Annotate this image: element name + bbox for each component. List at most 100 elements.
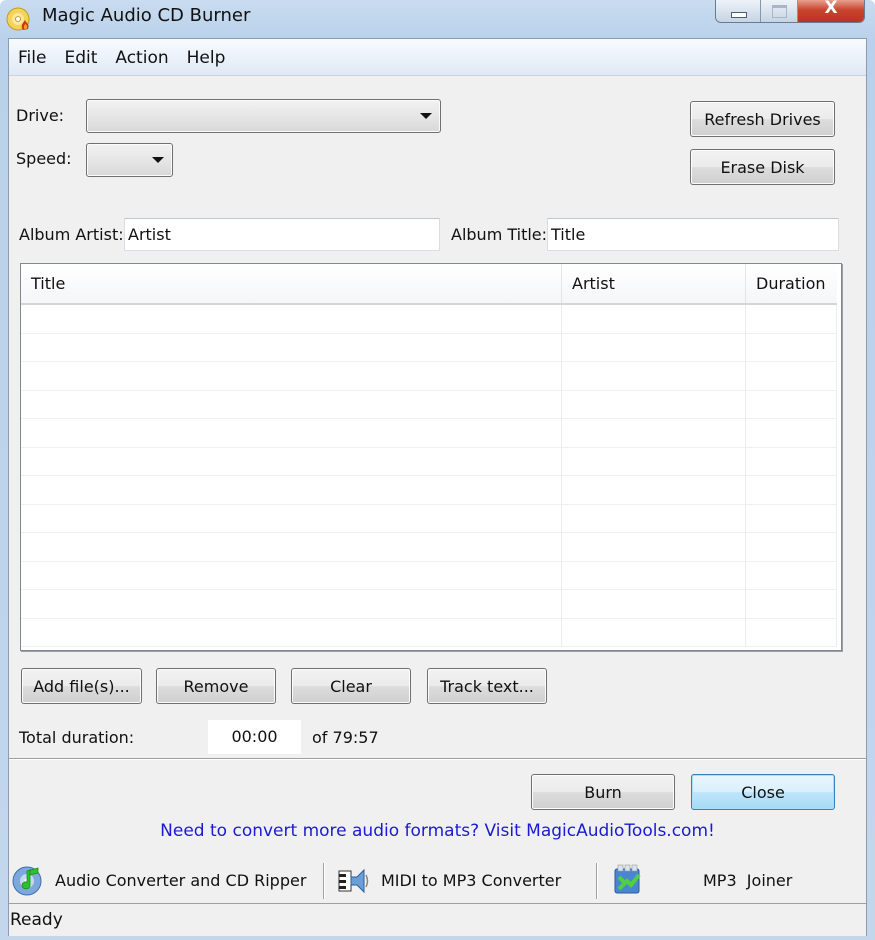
capacity-label: of 79:57 [312,728,379,747]
tool-separator [596,863,598,899]
table-cell [562,333,746,361]
promo-link[interactable]: Need to convert more audio formats? Visi… [9,821,866,841]
table-row [21,447,837,476]
separator [9,758,866,760]
erase-disk-button[interactable]: Erase Disk [690,149,835,185]
window-controls: X [715,0,865,23]
table-cell [21,590,562,618]
chevron-down-icon [152,157,164,163]
drive-label: Drive: [16,106,65,125]
client-area: File Edit Action Help Drive: Speed: Refr… [8,38,867,936]
speed-dropdown[interactable] [86,143,173,177]
menu-action[interactable]: Action [106,39,177,75]
audio-converter-icon [12,866,42,896]
table-cell [21,476,562,504]
table-cell [746,419,837,447]
table-cell [21,533,562,561]
table-cell [746,447,837,475]
status-bar: Ready [9,903,866,936]
table-row [21,333,837,362]
table-cell [746,362,837,390]
table-row [21,561,837,590]
table-cell [562,390,746,418]
status-text: Ready [10,910,63,930]
cd-burner-app-icon [6,7,30,31]
table-cell [746,476,837,504]
speed-label: Speed: [16,149,72,168]
window-title: Magic Audio CD Burner [42,5,251,26]
table-cell [746,561,837,589]
album-title-label: Album Title: [451,225,548,244]
table-cell [562,447,746,475]
table-cell [746,533,837,561]
drive-dropdown[interactable] [86,99,441,133]
table-cell [21,447,562,475]
column-header-title[interactable]: Title [21,264,562,303]
menu-help[interactable]: Help [178,39,235,75]
column-header-duration[interactable]: Duration [746,264,837,303]
chevron-down-icon [420,113,432,119]
album-title-input[interactable] [547,218,839,251]
table-row [21,533,837,562]
menu-file[interactable]: File [9,39,55,75]
table-cell [562,476,746,504]
table-row [21,390,837,419]
track-list[interactable]: Title Artist Duration [20,263,842,651]
clear-button[interactable]: Clear [291,668,411,704]
tool-label: Audio Converter and CD Ripper [55,870,307,890]
tool-midi-converter[interactable]: MIDI to MP3 Converter [337,859,561,901]
tool-mp3-joiner[interactable]: MP3 Joiner [611,859,792,901]
table-row [21,362,837,391]
table-cell [746,590,837,618]
table-cell [21,305,562,333]
table-cell [562,305,746,333]
tool-label: MP3 Joiner [703,870,793,890]
minimize-button[interactable] [716,0,761,22]
maximize-button[interactable] [761,0,798,22]
table-row [21,419,837,448]
table-cell [746,390,837,418]
table-cell [746,333,837,361]
close-icon: X [824,0,838,18]
burn-button[interactable]: Burn [531,774,675,810]
maximize-icon [772,5,787,18]
table-cell [562,419,746,447]
table-cell [562,362,746,390]
track-list-body [21,305,837,647]
table-row [21,618,837,647]
add-files-button[interactable]: Add file(s)... [21,668,142,704]
close-button[interactable]: Close [691,774,835,810]
album-artist-input[interactable] [124,218,440,251]
remove-button[interactable]: Remove [156,668,276,704]
title-bar: Magic Audio CD Burner X [0,0,875,38]
column-header-artist[interactable]: Artist [562,264,746,303]
table-cell [562,533,746,561]
table-cell [746,504,837,532]
total-duration-label: Total duration: [19,728,135,747]
menu-bar: File Edit Action Help [9,39,866,76]
table-cell [21,618,562,646]
menu-edit[interactable]: Edit [55,39,106,75]
table-cell [746,305,837,333]
refresh-drives-button[interactable]: Refresh Drives [690,101,835,137]
table-row [21,305,837,334]
tool-audio-converter[interactable]: Audio Converter and CD Ripper [11,859,306,901]
total-duration-value: 00:00 [208,720,301,754]
table-cell [746,618,837,646]
related-tools-bar: Audio Converter and CD Ripper MIDI to MP… [9,859,866,901]
app-window: Magic Audio CD Burner X File Edit Action… [0,0,875,940]
table-cell [21,362,562,390]
track-text-button[interactable]: Track text... [427,668,547,704]
window-close-button[interactable]: X [798,0,864,22]
table-row [21,590,837,619]
minimize-icon [731,12,747,18]
mp3-joiner-icon [614,864,641,894]
table-row [21,476,837,505]
tool-separator [323,863,325,899]
table-row [21,504,837,533]
table-cell [562,504,746,532]
album-artist-label: Album Artist: [19,225,124,244]
table-cell [562,590,746,618]
table-cell [562,561,746,589]
table-cell [21,504,562,532]
